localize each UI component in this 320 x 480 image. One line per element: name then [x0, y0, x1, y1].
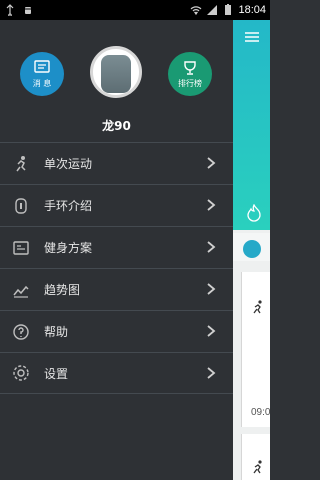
status-bar: 18:04: [0, 0, 270, 20]
run-icon: [253, 300, 262, 314]
chevron-right-icon: [207, 157, 216, 169]
fire-icon: [247, 204, 261, 222]
ranking-button[interactable]: 排行榜: [168, 52, 212, 96]
status-time: 18:04: [238, 4, 266, 16]
wifi-icon: [191, 6, 202, 16]
signal-icon: [207, 5, 218, 15]
avatar[interactable]: [90, 46, 142, 98]
message-label: 消 息: [32, 78, 52, 88]
menu-item-label: 设置: [44, 366, 69, 381]
compass-icon[interactable]: [243, 240, 261, 258]
menu-item-label: 趋势图: [44, 283, 81, 297]
menu-item-band-intro[interactable]: 手环介绍: [0, 184, 233, 226]
username: 龙90: [102, 119, 131, 133]
chevron-right-icon: [207, 241, 216, 253]
menu-item-label: 健身方案: [44, 241, 93, 255]
menu-item-help[interactable]: 帮助: [0, 310, 233, 352]
band-icon: [15, 197, 27, 214]
usb-icon: [6, 4, 14, 16]
navigation-drawer: 消 息 排行榜 龙90 单次运动 手环介绍 健身方案 趋势图 帮助 设置: [0, 20, 233, 480]
menu-item-fitness-plan[interactable]: 健身方案: [0, 226, 233, 268]
run-icon: [16, 155, 26, 171]
card-time: 09:0: [251, 407, 270, 418]
menu-item-trend-chart[interactable]: 趋势图: [0, 268, 233, 310]
menu-item-single-workout[interactable]: 单次运动: [0, 142, 233, 184]
message-icon: [34, 59, 50, 73]
content-header: [233, 20, 270, 230]
trend-icon: [13, 285, 29, 298]
hamburger-menu-icon[interactable]: [245, 32, 259, 42]
drawer-menu: 单次运动 手环介绍 健身方案 趋势图 帮助 设置: [0, 142, 233, 394]
help-icon: [13, 323, 29, 340]
chevron-right-icon: [207, 283, 216, 295]
gear-icon: [13, 365, 29, 381]
plan-icon: [13, 240, 29, 255]
run-icon: [253, 460, 262, 474]
menu-item-label: 单次运动: [44, 157, 93, 171]
menu-item-label: 帮助: [44, 325, 69, 339]
battery-icon: [225, 4, 232, 15]
main-content: 09:0: [233, 20, 270, 480]
chevron-right-icon: [207, 325, 216, 337]
workout-card[interactable]: [241, 272, 270, 427]
chevron-right-icon: [207, 199, 216, 211]
chevron-right-icon: [207, 367, 216, 379]
message-button[interactable]: 消 息: [20, 52, 64, 96]
ranking-icon: [184, 60, 196, 75]
menu-item-label: 手环介绍: [44, 199, 93, 213]
menu-item-settings[interactable]: 设置: [0, 352, 233, 394]
drawer-header: 消 息 排行榜 龙90: [0, 20, 233, 142]
ranking-label: 排行榜: [178, 78, 202, 88]
android-debug-icon: [24, 7, 32, 14]
